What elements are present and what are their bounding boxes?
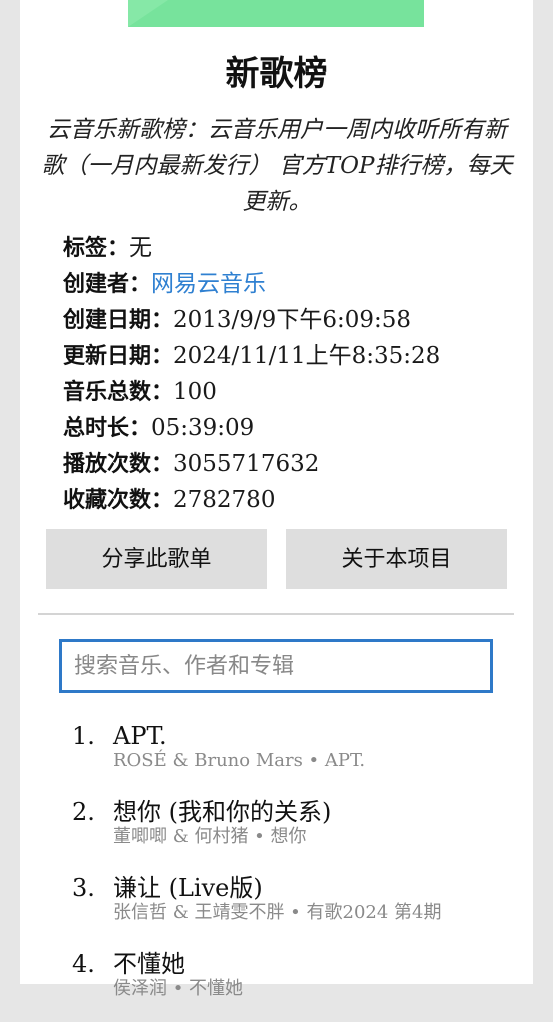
track-index: 3. [72, 874, 95, 902]
track-list-item[interactable]: 3. 谦让 (Live版) 张信哲 & 王靖雯不胖 • 有歌2024 第4期 [20, 870, 533, 946]
search-input[interactable] [59, 639, 493, 693]
meta-created-date: 创建日期：2013/9/9下午6:09:58 [63, 302, 523, 338]
track-list-item[interactable]: 1. APT. ROSÉ & Bruno Mars • APT. [20, 718, 533, 794]
meta-updated-date: 更新日期：2024/11/11上午8:35:28 [63, 338, 523, 374]
track-artist-album: 张信哲 & 王靖雯不胖 • 有歌2024 第4期 [113, 902, 442, 923]
meta-value: 3055717632 [173, 451, 320, 477]
about-project-button[interactable]: 关于本项目 [286, 529, 507, 589]
meta-key: 音乐总数： [63, 380, 174, 405]
meta-key: 标签： [63, 236, 130, 261]
meta-value: 2013/9/9下午6:09:58 [173, 307, 411, 333]
meta-key: 更新日期： [63, 344, 174, 369]
playlist-description: 云音乐新歌榜：云音乐用户一周内收听所有新歌（一月内最新发行） 官方TOP排行榜，… [41, 117, 513, 215]
meta-duration: 总时长：05:39:09 [63, 410, 523, 446]
meta-key: 创建者： [63, 272, 152, 297]
meta-play-count: 播放次数：3055717632 [63, 446, 523, 482]
track-index: 2. [72, 798, 95, 826]
track-index: 1. [72, 722, 95, 750]
playlist-meta: 标签：无 创建者：网易云音乐 创建日期：2013/9/9下午6:09:58 更新… [63, 230, 523, 518]
track-artist-album: ROSÉ & Bruno Mars • APT. [113, 750, 366, 771]
track-list-item[interactable]: 2. 想你 (我和你的关系) 董唧唧 & 何村猪 • 想你 [20, 794, 533, 870]
playlist-cover-image [128, 0, 424, 27]
track-list-item[interactable]: 4. 不懂她 侯泽润 • 不懂她 [20, 946, 533, 1022]
track-index: 4. [72, 950, 95, 978]
meta-creator: 创建者：网易云音乐 [63, 266, 523, 302]
meta-tags: 标签：无 [63, 230, 523, 266]
meta-key: 播放次数： [63, 452, 174, 477]
meta-key: 收藏次数： [63, 488, 174, 513]
creator-link[interactable]: 网易云音乐 [151, 271, 266, 297]
meta-value: 2782780 [173, 487, 276, 513]
playlist-title: 新歌榜 [225, 54, 328, 94]
meta-value: 100 [173, 379, 217, 405]
meta-key: 总时长： [63, 416, 152, 441]
cover-highlight [128, 0, 168, 27]
meta-value: 05:39:09 [151, 415, 255, 441]
meta-track-count: 音乐总数：100 [63, 374, 523, 410]
meta-favorite-count: 收藏次数：2782780 [63, 482, 523, 518]
track-artist-album: 董唧唧 & 何村猪 • 想你 [113, 826, 307, 847]
share-playlist-button[interactable]: 分享此歌单 [46, 529, 267, 589]
track-list: 1. APT. ROSÉ & Bruno Mars • APT. 2. 想你 (… [20, 718, 533, 1022]
section-divider [38, 613, 514, 615]
meta-value: 2024/11/11上午8:35:28 [173, 343, 441, 369]
meta-value: 无 [129, 235, 153, 261]
track-artist-album: 侯泽润 • 不懂她 [113, 978, 244, 999]
meta-key: 创建日期： [63, 308, 174, 333]
playlist-card: 新歌榜 云音乐新歌榜：云音乐用户一周内收听所有新歌（一月内最新发行） 官方TOP… [20, 0, 533, 999]
